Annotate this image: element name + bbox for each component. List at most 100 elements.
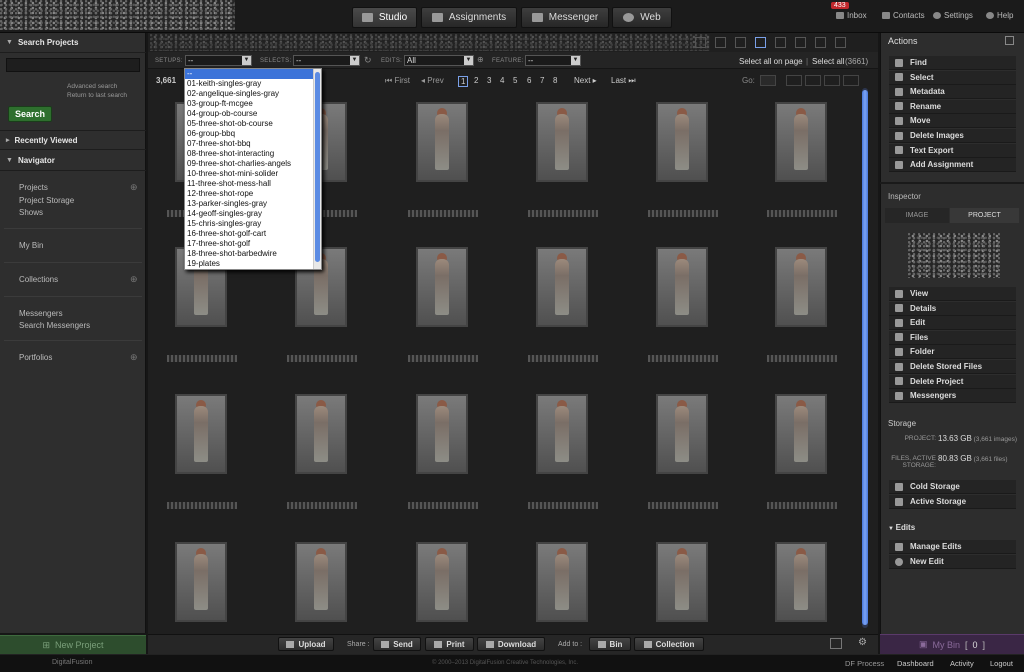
edits-header[interactable]: ▼ Edits xyxy=(888,523,915,532)
nav-projects[interactable]: Projects xyxy=(19,183,48,192)
panel-toggle-icon[interactable] xyxy=(830,638,842,649)
nav-project-storage[interactable]: Project Storage xyxy=(19,196,74,205)
action-select[interactable]: Select xyxy=(889,70,1016,85)
image-thumbnail[interactable] xyxy=(775,247,827,327)
select-all-link[interactable]: Select all xyxy=(812,57,844,66)
recently-viewed-header[interactable]: ▸ Recently Viewed xyxy=(0,130,146,150)
selects-select[interactable]: -- ▼ xyxy=(293,55,360,66)
setups-option[interactable]: 01-keith-singles-gray xyxy=(185,79,321,89)
page-5[interactable]: 5 xyxy=(513,76,517,85)
action-text-export[interactable]: Text Export xyxy=(889,143,1016,158)
image-thumbnail[interactable] xyxy=(775,394,827,474)
setups-option[interactable]: -- xyxy=(185,69,321,79)
gear-icon[interactable]: ⚙ xyxy=(858,637,867,648)
nav-shows[interactable]: Shows xyxy=(19,208,43,217)
image-thumbnail[interactable] xyxy=(536,247,588,327)
image-thumbnail[interactable] xyxy=(656,102,708,182)
tab-image[interactable]: IMAGE xyxy=(885,208,949,223)
send-button[interactable]: Send xyxy=(373,637,421,651)
image-thumbnail[interactable] xyxy=(295,542,347,622)
page-4[interactable]: 4 xyxy=(500,76,504,85)
logout-link[interactable]: Logout xyxy=(990,659,1013,668)
image-thumbnail[interactable] xyxy=(175,394,227,474)
settings-link[interactable]: Settings xyxy=(933,11,973,20)
action-rename[interactable]: Rename xyxy=(889,99,1016,114)
zoom-1-button[interactable] xyxy=(786,75,802,86)
print-button[interactable]: Print xyxy=(425,637,474,651)
upload-button[interactable]: Upload xyxy=(278,637,334,651)
next-page-link[interactable]: Next ▸ xyxy=(574,76,597,85)
image-thumbnail[interactable] xyxy=(775,542,827,622)
setups-option[interactable]: 03-group-ft-mcgee xyxy=(185,99,321,109)
image-thumbnail[interactable] xyxy=(416,247,468,327)
action-metadata[interactable]: Metadata xyxy=(889,85,1016,100)
setups-option[interactable]: 12-three-shot-rope xyxy=(185,189,321,199)
inspector-folder[interactable]: Folder xyxy=(889,345,1016,360)
tab-web[interactable]: Web xyxy=(612,7,672,28)
scrollbar-thumb[interactable] xyxy=(862,90,868,625)
search-button[interactable]: Search xyxy=(8,106,52,122)
setups-option[interactable]: 19-plates xyxy=(185,259,321,269)
nav-collections[interactable]: Collections xyxy=(19,275,58,284)
nav-my-bin[interactable]: My Bin xyxy=(19,241,43,250)
setups-option[interactable]: 14-geoff-singles-gray xyxy=(185,209,321,219)
inspector-view[interactable]: View xyxy=(889,287,1016,301)
feature-select[interactable]: -- ▼ xyxy=(525,55,581,66)
page-2[interactable]: 2 xyxy=(474,76,478,85)
detail-view-icon[interactable] xyxy=(715,37,726,48)
activity-link[interactable]: Activity xyxy=(950,659,974,668)
grid-view-icon[interactable] xyxy=(755,37,766,48)
page-3[interactable]: 3 xyxy=(487,76,491,85)
setups-option[interactable]: 04-group-ob-course xyxy=(185,109,321,119)
add-to-bin-button[interactable]: Bin xyxy=(589,637,631,651)
setups-option[interactable]: 09-three-shot-charlies-angels xyxy=(185,159,321,169)
setups-option[interactable]: 17-three-shot-golf xyxy=(185,239,321,249)
image-thumbnail[interactable] xyxy=(656,247,708,327)
first-page-link[interactable]: ⏮ First xyxy=(385,76,410,86)
setups-dropdown-list[interactable]: -- 01-keith-singles-gray 02-angelique-sing… xyxy=(184,68,322,270)
go-page-input[interactable] xyxy=(760,75,776,86)
zoom-3-button[interactable] xyxy=(824,75,840,86)
image-thumbnail[interactable] xyxy=(536,102,588,182)
tab-messenger[interactable]: Messenger xyxy=(521,7,609,28)
refresh-icon[interactable]: ↻ xyxy=(364,55,372,66)
setups-option[interactable]: 16-three-shot-golf-cart xyxy=(185,229,321,239)
inspector-delete-stored-files[interactable]: Delete Stored Files xyxy=(889,360,1016,374)
my-bin-button[interactable]: ▣ My Bin[0] xyxy=(880,634,1024,654)
setups-option[interactable]: 07-three-shot-bbq xyxy=(185,139,321,149)
action-find[interactable]: Find xyxy=(889,56,1016,70)
page-7[interactable]: 7 xyxy=(540,76,544,85)
manage-edits-button[interactable]: Manage Edits xyxy=(889,540,1016,554)
prev-page-link[interactable]: ◂ Prev xyxy=(421,76,444,85)
action-move[interactable]: Move xyxy=(889,114,1016,129)
dashboard-link[interactable]: Dashboard xyxy=(897,659,934,668)
new-edit-button[interactable]: New Edit xyxy=(889,555,1016,569)
page-1[interactable]: 1 xyxy=(458,76,469,87)
df-process-link[interactable]: DF Process xyxy=(845,659,884,668)
tab-studio[interactable]: Studio xyxy=(352,7,417,28)
setups-option[interactable]: 08-three-shot-interacting xyxy=(185,149,321,159)
image-thumbnail[interactable] xyxy=(656,394,708,474)
nav-search-messengers[interactable]: Search Messengers xyxy=(19,321,90,330)
inspector-delete-project[interactable]: Delete Project xyxy=(889,374,1016,389)
select-all-on-page-link[interactable]: Select all on page xyxy=(739,57,803,66)
inspector-details[interactable]: Details xyxy=(889,301,1016,316)
inbox-link[interactable]: Inbox xyxy=(836,11,867,20)
search-projects-header[interactable]: ▼ Search Projects xyxy=(0,33,146,53)
setups-option[interactable]: 06-group-bbq xyxy=(185,129,321,139)
inspector-edit[interactable]: Edit xyxy=(889,316,1016,331)
zoom-4-button[interactable] xyxy=(843,75,859,86)
add-edit-icon[interactable]: ⊕ xyxy=(477,55,484,64)
dropdown-scrollbar[interactable] xyxy=(313,69,321,269)
nav-messengers[interactable]: Messengers xyxy=(19,309,63,318)
image-thumbnail[interactable] xyxy=(416,394,468,474)
image-thumbnail[interactable] xyxy=(416,542,468,622)
page-6[interactable]: 6 xyxy=(527,76,531,85)
image-thumbnail[interactable] xyxy=(416,102,468,182)
last-page-link[interactable]: Last ⏭ xyxy=(611,76,636,86)
image-thumbnail[interactable] xyxy=(536,542,588,622)
setups-option[interactable]: 18-three-shot-barbedwire xyxy=(185,249,321,259)
inspector-files[interactable]: Files xyxy=(889,330,1016,345)
setups-option[interactable]: 15-chris-singles-gray xyxy=(185,219,321,229)
grid-scrollbar[interactable] xyxy=(862,88,868,628)
